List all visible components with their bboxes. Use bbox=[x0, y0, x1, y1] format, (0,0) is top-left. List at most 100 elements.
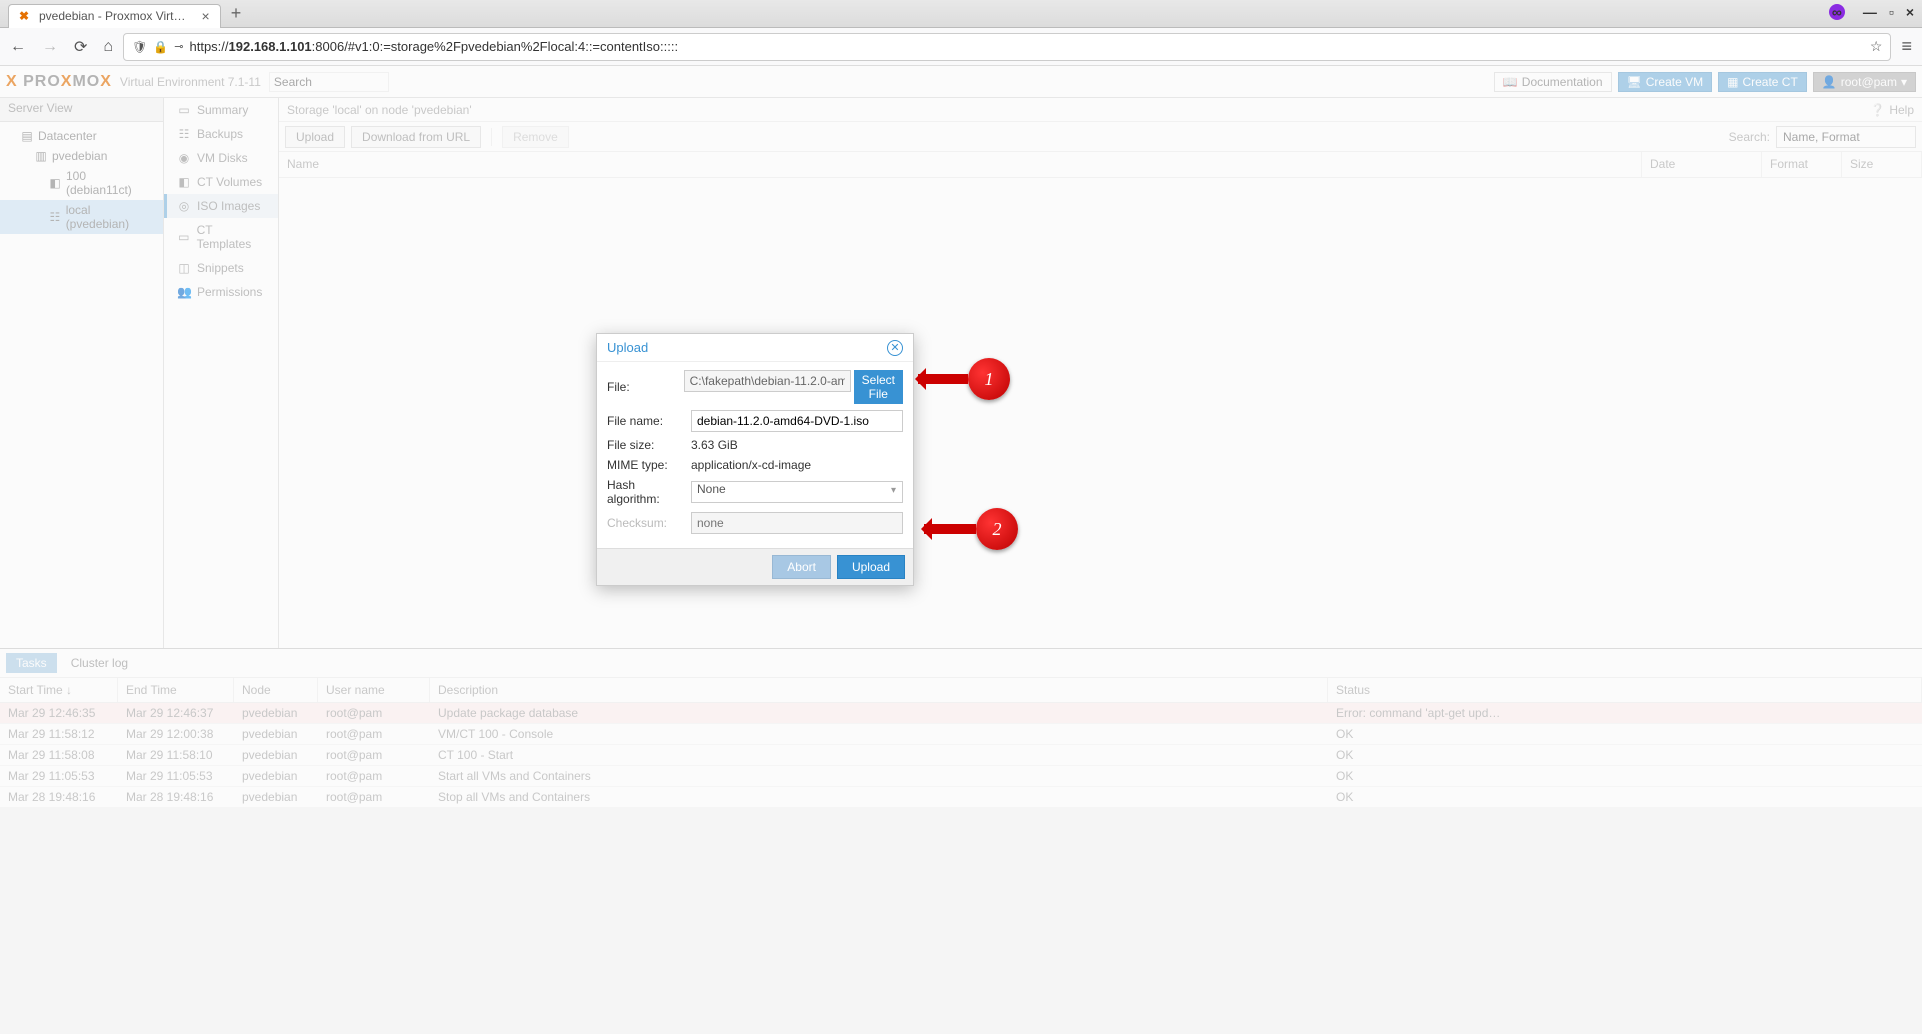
col-node[interactable]: Node bbox=[234, 678, 318, 702]
task-row[interactable]: Mar 29 11:58:08Mar 29 11:58:10pvedebianr… bbox=[0, 745, 1922, 766]
modal-title: Upload bbox=[607, 340, 648, 355]
tree-icon: ▤ bbox=[20, 129, 34, 143]
task-row[interactable]: Mar 29 12:46:35Mar 29 12:46:37pvedebianr… bbox=[0, 703, 1922, 724]
close-window-icon[interactable]: × bbox=[1906, 4, 1914, 20]
nav-buttons: ← → ⟳ ⌂ bbox=[10, 37, 113, 57]
select-file-button[interactable]: Select File bbox=[854, 370, 903, 404]
nav-icon: ▭ bbox=[177, 103, 191, 117]
tab-close-icon[interactable]: × bbox=[202, 8, 210, 24]
key-icon[interactable]: ⊸ bbox=[174, 40, 183, 53]
tree-icon: ▥ bbox=[34, 149, 48, 163]
col-end-time[interactable]: End Time bbox=[118, 678, 234, 702]
grid-search-input[interactable] bbox=[1776, 126, 1916, 148]
header-search-input[interactable] bbox=[269, 72, 389, 92]
modal-close-icon[interactable]: ✕ bbox=[887, 340, 903, 356]
nav-item[interactable]: ▭Summary bbox=[164, 98, 278, 122]
upload-button[interactable]: Upload bbox=[285, 126, 345, 148]
task-row[interactable]: Mar 29 11:58:12Mar 29 12:00:38pvedebianr… bbox=[0, 724, 1922, 745]
nav-label: VM Disks bbox=[197, 151, 248, 165]
nav-label: Backups bbox=[197, 127, 243, 141]
task-end: Mar 29 11:05:53 bbox=[118, 766, 234, 786]
tree-label: Datacenter bbox=[38, 129, 97, 143]
window-controls: ∞ — ▫ × bbox=[1829, 4, 1914, 20]
reload-icon[interactable]: ⟳ bbox=[74, 37, 87, 57]
home-icon[interactable]: ⌂ bbox=[103, 38, 113, 56]
task-row[interactable]: Mar 28 19:48:16Mar 28 19:48:16pvedebianr… bbox=[0, 787, 1922, 808]
nav-item[interactable]: ◫Snippets bbox=[164, 256, 278, 280]
server-view-panel: Server View ▤ Datacenter ▥pvedebian◧100 (d… bbox=[0, 98, 164, 648]
chevron-down-icon: ▾ bbox=[1901, 75, 1907, 89]
modal-header[interactable]: Upload ✕ bbox=[597, 334, 913, 362]
search-label: Search: bbox=[1729, 130, 1770, 144]
bookmark-star-icon[interactable]: ☆ bbox=[1870, 38, 1883, 55]
abort-button[interactable]: Abort bbox=[772, 555, 831, 579]
maximize-icon[interactable]: ▫ bbox=[1889, 4, 1894, 20]
upload-modal: Upload ✕ File: Select File File name: Fi… bbox=[596, 333, 914, 586]
tree-icon: ☷ bbox=[48, 210, 62, 224]
col-status[interactable]: Status bbox=[1328, 678, 1922, 702]
user-menu-button[interactable]: 👤root@pam ▾ bbox=[1813, 72, 1916, 92]
task-node: pvedebian bbox=[234, 745, 318, 765]
nav-item[interactable]: ▭CT Templates bbox=[164, 218, 278, 256]
mimetype-label: MIME type: bbox=[607, 458, 691, 472]
tab-cluster-log[interactable]: Cluster log bbox=[61, 653, 138, 673]
download-url-button[interactable]: Download from URL bbox=[351, 126, 481, 148]
server-view-header[interactable]: Server View bbox=[0, 98, 163, 122]
nav-item[interactable]: ◉ VM Disks bbox=[164, 146, 278, 170]
hash-algo-select[interactable]: None bbox=[691, 481, 903, 503]
filename-label: File name: bbox=[607, 414, 691, 428]
callout-2: 2 bbox=[924, 508, 1018, 550]
nav-icon: ◧ bbox=[177, 175, 191, 189]
upload-confirm-button[interactable]: Upload bbox=[837, 555, 905, 579]
tab-tasks[interactable]: Tasks bbox=[6, 653, 57, 673]
task-end: Mar 29 12:46:37 bbox=[118, 703, 234, 723]
nav-item[interactable]: ◎ISO Images bbox=[164, 194, 278, 218]
content-toolbar: Upload Download from URL Remove Search: bbox=[279, 122, 1922, 152]
tree-item[interactable]: ☷local (pvedebian) bbox=[0, 200, 163, 234]
task-desc: Update package database bbox=[430, 703, 1328, 723]
tasks-header: Start Time ↓ End Time Node User name Des… bbox=[0, 677, 1922, 703]
hamburger-menu-icon[interactable]: ≡ bbox=[1901, 36, 1912, 57]
task-start: Mar 29 11:05:53 bbox=[0, 766, 118, 786]
nav-item[interactable]: ◧CT Volumes bbox=[164, 170, 278, 194]
documentation-button[interactable]: 📖Documentation bbox=[1494, 72, 1612, 92]
shield-icon[interactable]: 🛡 bbox=[132, 40, 147, 54]
browser-tab[interactable]: ✖ pvedebian - Proxmox Virt… × bbox=[8, 4, 221, 28]
tree-item[interactable]: ▥pvedebian bbox=[0, 146, 163, 166]
nav-item[interactable]: 👥Permissions bbox=[164, 280, 278, 304]
tree-item[interactable]: ◧100 (debian11ct) bbox=[0, 166, 163, 200]
col-date[interactable]: Date bbox=[1642, 152, 1762, 177]
file-path-input bbox=[684, 370, 851, 392]
tree-item[interactable]: ▤ Datacenter bbox=[0, 126, 163, 146]
url-text: https://192.168.1.101:8006/#v1:0:=storag… bbox=[189, 39, 1863, 54]
col-name[interactable]: Name bbox=[279, 152, 1642, 177]
forward-icon[interactable]: → bbox=[42, 38, 58, 56]
col-start-time[interactable]: Start Time ↓ bbox=[0, 678, 118, 702]
nav-item[interactable]: ☷ Backups bbox=[164, 122, 278, 146]
new-tab-button[interactable]: + bbox=[231, 3, 242, 24]
callout-1-badge: 1 bbox=[968, 358, 1010, 400]
create-vm-button[interactable]: 🖥Create VM bbox=[1618, 72, 1713, 92]
col-description[interactable]: Description bbox=[430, 678, 1328, 702]
proxmox-logo[interactable]: X PROXMOX bbox=[6, 73, 112, 91]
nav-icon: ☷ bbox=[177, 127, 191, 141]
create-ct-button[interactable]: ▦Create CT bbox=[1718, 72, 1807, 92]
nav-icon: ◉ bbox=[177, 151, 191, 165]
extension-icon[interactable]: ∞ bbox=[1829, 4, 1845, 20]
task-start: Mar 29 11:58:12 bbox=[0, 724, 118, 744]
task-user: root@pam bbox=[318, 703, 430, 723]
url-bar[interactable]: 🛡 🔒 ⊸ https://192.168.1.101:8006/#v1:0:=… bbox=[123, 33, 1891, 61]
filename-input[interactable] bbox=[691, 410, 903, 432]
cube-icon: ▦ bbox=[1727, 75, 1738, 89]
user-icon: 👤 bbox=[1822, 75, 1837, 89]
task-end: Mar 28 19:48:16 bbox=[118, 787, 234, 807]
tree-icon: ◧ bbox=[48, 176, 62, 190]
back-icon[interactable]: ← bbox=[10, 38, 26, 56]
lock-icon[interactable]: 🔒 bbox=[153, 40, 168, 54]
col-user[interactable]: User name bbox=[318, 678, 430, 702]
task-row[interactable]: Mar 29 11:05:53Mar 29 11:05:53pvedebianr… bbox=[0, 766, 1922, 787]
col-format[interactable]: Format bbox=[1762, 152, 1842, 177]
col-size[interactable]: Size bbox=[1842, 152, 1922, 177]
help-button[interactable]: ❔Help bbox=[1870, 103, 1914, 117]
minimize-icon[interactable]: — bbox=[1863, 4, 1877, 20]
